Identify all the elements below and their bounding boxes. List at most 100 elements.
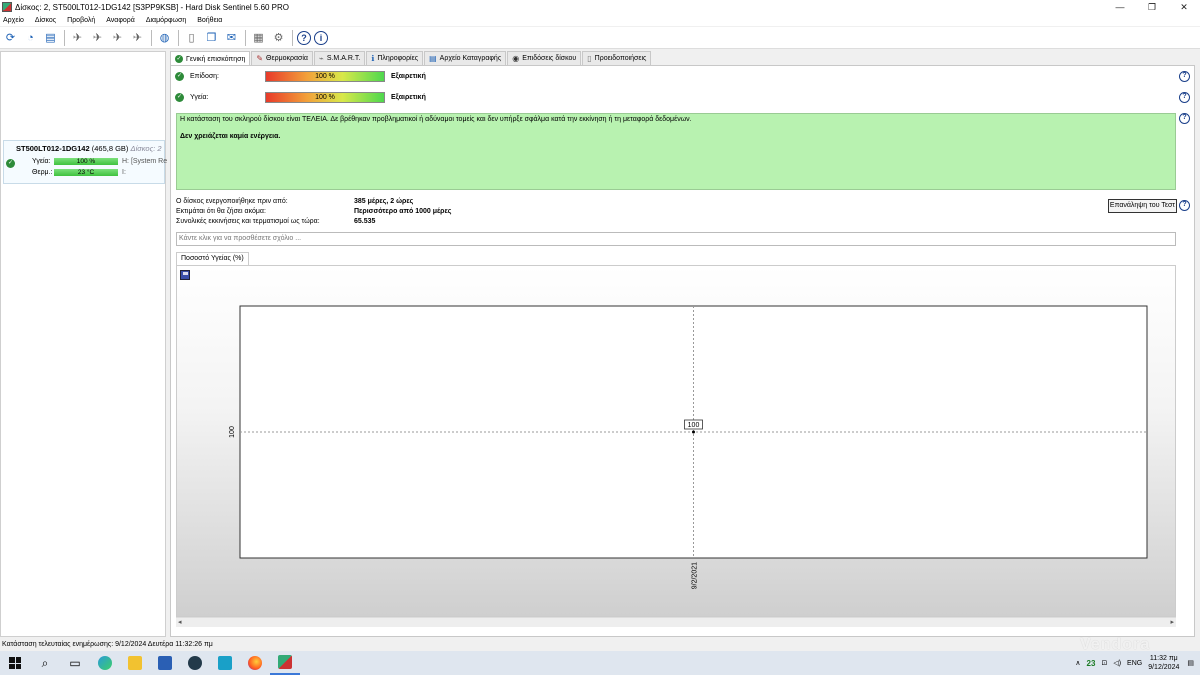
tray-clock[interactable]: 11:32 πμ 9/12/2024 <box>1148 654 1179 672</box>
search-icon[interactable]: ⌕ <box>30 651 60 675</box>
disk-size: (465,8 GB) <box>91 144 129 153</box>
test-icon-4[interactable]: ✈ <box>129 29 146 46</box>
disk-name: ST500LT012-1DG142 <box>16 144 90 153</box>
windows-icon <box>9 657 21 669</box>
tray-expand-icon[interactable]: ∧ <box>1075 659 1080 667</box>
retest-button[interactable]: Επανάληψη του Τεστ <box>1108 199 1177 213</box>
menu-view[interactable]: Προβολή <box>67 17 95 24</box>
startstop-value: 65.535 <box>354 218 376 225</box>
disk-card-title: ST500LT012-1DG142 (465,8 GB) Δίσκος: 2 <box>16 144 162 153</box>
test-icon-2[interactable]: ✈ <box>89 29 106 46</box>
test-icon-3[interactable]: ✈ <box>109 29 126 46</box>
health-bar: 100 % <box>265 92 385 103</box>
tab-label: Αρχείο Καταγραφής <box>439 55 502 62</box>
disk-gauge-icon[interactable]: ◔ <box>22 29 39 46</box>
status-text: Η κατάσταση του σκληρού δίσκου είναι ΤΕΛ… <box>180 116 692 123</box>
startstop-label: Συνολικές εκκινήσεις και τερματισμοί ως … <box>176 218 320 225</box>
media-app-icon[interactable] <box>180 651 210 675</box>
y-tick-label: 100 <box>229 426 236 438</box>
scroll-right-icon[interactable]: ▸ <box>1170 618 1174 628</box>
start-button[interactable] <box>0 651 30 675</box>
notifications-icon[interactable]: ▤ <box>1187 659 1194 667</box>
toolbar-separator <box>245 29 246 46</box>
window-title: Δίσκος: 2, ST500LT012-1DG142 [S3PP9KSB] … <box>15 2 290 12</box>
taskbar: ⌕ ▭ ∧ 23 ⊡ ◁) ENG 11:32 πμ 9/12/2024 ▤ <box>0 651 1200 675</box>
firefox-icon[interactable] <box>240 651 270 675</box>
lifetime-row: Εκτιμάται ότι θα ζήσει ακόμα: Περισσότερ… <box>176 208 451 218</box>
tray-volume-icon[interactable]: ◁) <box>1113 659 1121 667</box>
tab-temperature[interactable]: ✎ Θερμοκρασία <box>251 51 313 65</box>
partition-i: I: <box>122 169 126 176</box>
task-view-icon[interactable]: ▭ <box>60 651 90 675</box>
startstop-row: Συνολικές εκκινήσεις και τερματισμοί ως … <box>176 218 451 228</box>
info-icon: ℹ <box>371 54 375 63</box>
disk-health-bar: 100 % <box>54 158 118 165</box>
tab-smart[interactable]: ⌁ S.M.A.R.T. <box>313 51 366 65</box>
data-label: 100 <box>688 422 700 429</box>
overview-panel: ✓ Επίδοση: 100 % Εξαιρετική ? ✓ Υγεία: 1… <box>170 65 1195 637</box>
status-ok-icon: ✓ <box>6 159 15 168</box>
file-explorer-icon[interactable] <box>120 651 150 675</box>
scroll-left-icon[interactable]: ◂ <box>178 618 182 628</box>
report-icon[interactable]: ▤ <box>42 29 59 46</box>
app-icon <box>2 2 12 12</box>
tab-label: S.M.A.R.T. <box>326 55 361 62</box>
performance-label: Επίδοση: <box>190 73 220 80</box>
menu-bar: Αρχείο Δίσκος Προβολή Αναφορά Διαμόρφωση… <box>0 14 1200 26</box>
performance-rating: Εξαιρετική <box>391 73 426 80</box>
close-button[interactable]: ✕ <box>1168 0 1200 14</box>
settings-icon[interactable]: ⚙ <box>270 29 287 46</box>
edge-icon[interactable] <box>90 651 120 675</box>
tray-language[interactable]: ENG <box>1127 660 1142 667</box>
globe-icon[interactable]: ◍ <box>156 29 173 46</box>
menu-help[interactable]: Βοήθεια <box>197 17 222 24</box>
log-icon: ▤ <box>429 54 437 63</box>
status-help-icon[interactable]: ? <box>1179 113 1190 124</box>
app-icon-blue[interactable] <box>210 651 240 675</box>
system-tray: ∧ 23 ⊡ ◁) ENG 11:32 πμ 9/12/2024 ▤ <box>1075 651 1200 675</box>
menu-disk[interactable]: Δίσκος <box>35 17 56 24</box>
tab-information[interactable]: ℹ Πληροφορίες <box>366 51 424 65</box>
chart-icon[interactable]: ▦ <box>250 29 267 46</box>
menu-configuration[interactable]: Διαμόρφωση <box>146 17 186 24</box>
hard-disk-sentinel-taskbar-icon[interactable] <box>270 651 300 675</box>
retest-help-icon[interactable]: ? <box>1179 200 1190 211</box>
tab-health-percent[interactable]: Ποσοστό Υγείας (%) <box>176 252 249 265</box>
comment-input[interactable]: Κάντε κλικ για να προσθέσετε σχόλιο ... <box>176 232 1176 246</box>
copy-icon[interactable]: ❐ <box>203 29 220 46</box>
warning-doc-icon: ▯ <box>587 54 592 63</box>
disk-temp-label: Θερμ.: <box>32 169 53 176</box>
restore-button[interactable]: ❐ <box>1136 0 1168 14</box>
title-bar: Δίσκος: 2, ST500LT012-1DG142 [S3PP9KSB] … <box>0 0 1200 14</box>
document-icon[interactable]: ▯ <box>183 29 200 46</box>
help-icon[interactable]: ? <box>297 30 311 45</box>
store-icon[interactable] <box>150 651 180 675</box>
tab-log[interactable]: ▤ Αρχείο Καταγραφής <box>424 51 507 65</box>
status-bar: Κατάσταση τελευταίας ενημέρωσης: 9/12/20… <box>0 639 1200 651</box>
lifetime-label: Εκτιμάται ότι θα ζήσει ακόμα: <box>176 208 266 215</box>
about-icon[interactable]: i <box>314 30 328 45</box>
disk-number: Δίσκος: 2 <box>130 144 162 153</box>
x-tick-label: 9/2/2021 <box>692 562 699 589</box>
performance-bar: 100 % <box>265 71 385 82</box>
health-row: ✓ Υγεία: 100 % Εξαιρετική <box>175 92 426 103</box>
menu-report[interactable]: Αναφορά <box>106 17 135 24</box>
disk-card[interactable]: ST500LT012-1DG142 (465,8 GB) Δίσκος: 2 ✓… <box>3 140 167 184</box>
tray-date: 9/12/2024 <box>1148 664 1180 671</box>
toolbar: ⟳ ◔ ▤ ✈ ✈ ✈ ✈ ◍ ▯ ❐ ✉ ▦ ⚙ ? i <box>0 27 1200 49</box>
data-point <box>692 430 695 434</box>
performance-help-icon[interactable]: ? <box>1179 71 1190 82</box>
refresh-icon[interactable]: ⟳ <box>2 29 19 46</box>
tab-alerts[interactable]: ▯ Προειδοποιήσεις <box>582 51 652 65</box>
test-icon-1[interactable]: ✈ <box>69 29 86 46</box>
tab-overview[interactable]: ✓ Γενική επισκόπηση <box>170 51 251 66</box>
minimize-button[interactable]: — <box>1104 0 1136 14</box>
tray-temperature[interactable]: 23 <box>1087 659 1096 668</box>
tray-network-icon[interactable]: ⊡ <box>1101 659 1107 667</box>
horizontal-scrollbar[interactable]: ◂ ▸ <box>176 617 1176 627</box>
status-description: Η κατάσταση του σκληρού δίσκου είναι ΤΕΛ… <box>176 113 1176 190</box>
health-help-icon[interactable]: ? <box>1179 92 1190 103</box>
send-icon[interactable]: ✉ <box>223 29 240 46</box>
tab-disk-performance[interactable]: ◉ Επιδόσεις δίσκου <box>507 51 582 65</box>
menu-file[interactable]: Αρχείο <box>3 17 24 24</box>
